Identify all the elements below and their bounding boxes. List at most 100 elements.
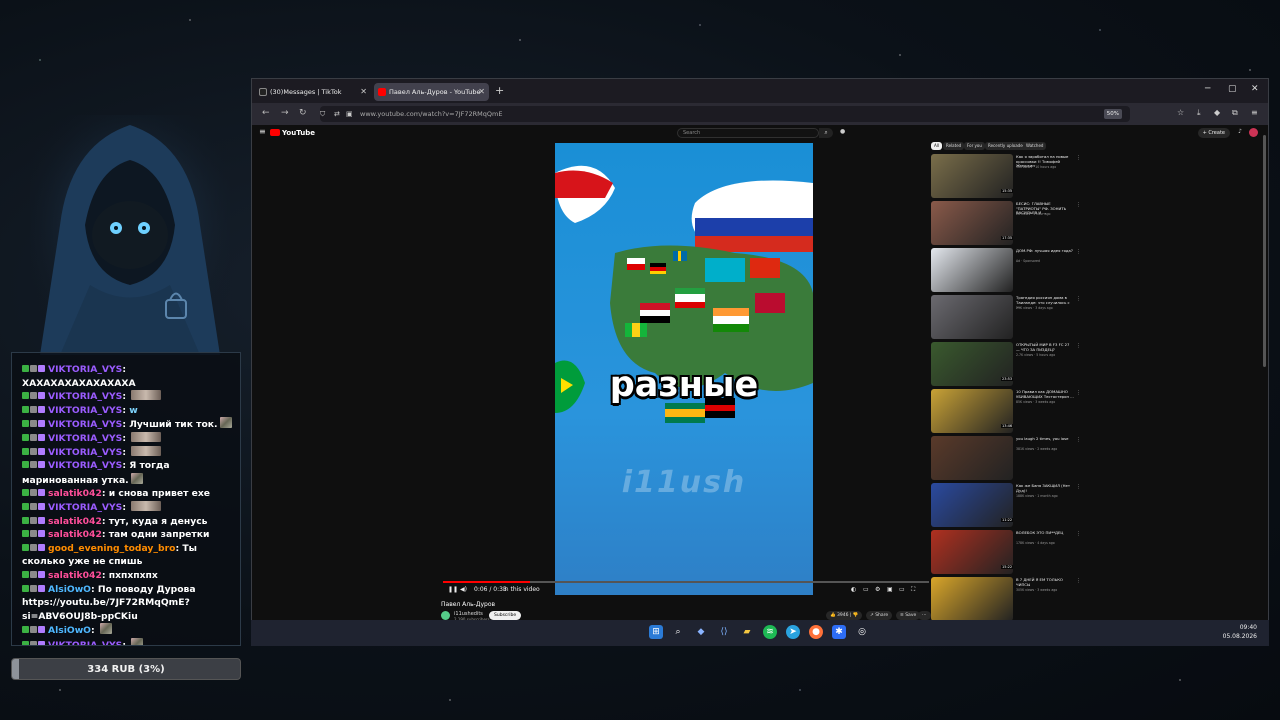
zoom-level[interactable]: 50%	[1103, 109, 1122, 119]
permissions-icon[interactable]: ⇄	[334, 106, 340, 122]
share-button[interactable]: ↗ Share	[866, 611, 893, 620]
chat-username[interactable]: salatik042	[48, 529, 102, 540]
menu-icon[interactable]: ≡	[1251, 108, 1258, 117]
youtube-logo[interactable]: YouTube	[270, 129, 315, 137]
back-button[interactable]: ←	[262, 108, 270, 118]
page-scrollbar[interactable]	[1263, 135, 1266, 367]
recommended-video[interactable]: 11:22 Как же Баня ЗАКЩИЛ (Нет Дуд)! 188K v…	[931, 483, 1081, 527]
channel-avatar[interactable]	[441, 611, 450, 620]
more-options-icon[interactable]: ⋮	[1076, 202, 1081, 208]
subtitles-icon[interactable]: ▭	[863, 586, 869, 593]
like-button[interactable]: 👍 3946 | 👎	[826, 611, 863, 620]
microphone-icon[interactable]: ●	[840, 128, 845, 135]
chat-username[interactable]: AlsiOwO	[48, 584, 91, 595]
chat-username[interactable]: AlsiOwO	[48, 625, 91, 636]
save-button[interactable]: ≡ Save	[896, 611, 921, 620]
chat-username[interactable]: VIKTORIA_VYS	[48, 447, 122, 458]
video-title[interactable]: ОТКРЫТЫЙ МИР В F3 FC 27 — ЧТО ЗА ПИЗДЕЦ?	[1016, 342, 1074, 352]
downloads-icon[interactable]: ⤓	[1197, 108, 1201, 118]
maximize-button[interactable]: ▢	[1228, 84, 1237, 94]
volume-icon[interactable]: ◀)	[460, 586, 467, 593]
video-thumbnail[interactable]	[931, 436, 1013, 480]
recommended-video[interactable]: 23:53 ОТКРЫТЫЙ МИР В F3 FC 27 — ЧТО ЗА ПИ…	[931, 342, 1081, 386]
taskbar-star-app-icon[interactable]: ✱	[832, 625, 846, 639]
more-options-icon[interactable]: ⋮	[1076, 484, 1081, 490]
shield-icon[interactable]: ⛉	[320, 106, 325, 122]
taskbar-code-icon[interactable]: ⟨⟩	[717, 625, 731, 639]
theater-mode-icon[interactable]: ▭	[899, 586, 905, 593]
video-title[interactable]: ДОМ.РФ: лучшая идея года?	[1016, 248, 1074, 254]
chat-username[interactable]: good_evening_today_bro	[48, 543, 175, 554]
close-tab-icon[interactable]: ✕	[478, 83, 485, 101]
video-title[interactable]: В 7 ДНЕЙ Я ЕМ ТОЛЬКО ЧИПСЫ	[1016, 577, 1074, 587]
tab-youtube[interactable]: Павел Аль-Дуров - YouTube ✕	[374, 83, 489, 101]
address-bar[interactable]: ⛉ ⇄ ▣ www.youtube.com/watch?v=7JF72RMqQm…	[320, 106, 1130, 122]
video-title[interactable]: Как же Баня ЗАКЩИЛ (Нет Дуд)!	[1016, 483, 1074, 493]
more-options-icon[interactable]: ⋮	[1076, 296, 1081, 302]
account-avatar[interactable]	[1249, 128, 1258, 137]
more-options-icon[interactable]: ⋮	[1076, 155, 1081, 161]
video-player[interactable]: разные i11ush	[555, 143, 813, 595]
more-actions-button[interactable]: ⋯	[918, 611, 931, 620]
obs-icon[interactable]: ◎	[855, 625, 869, 639]
video-thumbnail[interactable]	[931, 295, 1013, 339]
lock-icon[interactable]: ▣	[346, 106, 353, 122]
recommended-video[interactable]: 13:46 10 Правил как ДОМАШНО УБИВАЮЩИХ Тес…	[931, 389, 1081, 433]
hamburger-menu-icon[interactable]: ≡	[259, 127, 266, 136]
extension-icon[interactable]: ◆	[1214, 108, 1220, 117]
chat-username[interactable]: VIKTORIA_VYS	[48, 460, 122, 471]
chat-username[interactable]: VIKTORIA_VYS	[48, 419, 122, 430]
forward-button[interactable]: →	[281, 108, 289, 118]
video-title[interactable]: ВОЛЕБОК ЭТО ПИ**ДЕЦ	[1016, 530, 1074, 536]
firefox-icon[interactable]: ●	[809, 625, 823, 639]
file-explorer-icon[interactable]: ▰	[740, 625, 754, 639]
search-input[interactable]: Search	[677, 128, 819, 138]
tab-tiktok[interactable]: (30)Messages | TikTok ✕	[255, 83, 371, 101]
close-window-button[interactable]: ✕	[1251, 84, 1259, 94]
pause-icon[interactable]: ❚❚	[448, 586, 458, 593]
create-button[interactable]: + Create	[1197, 128, 1230, 138]
recommended-video[interactable]: you laugh 2 times, you lose 381K views · …	[931, 436, 1081, 480]
more-options-icon[interactable]: ⋮	[1076, 390, 1081, 396]
telegram-icon[interactable]: ➤	[786, 625, 800, 639]
minimize-button[interactable]: ─	[1205, 84, 1210, 94]
search-icon[interactable]: ⌕	[819, 128, 833, 138]
chip-for-you[interactable]: For you	[964, 142, 985, 150]
recommended-video[interactable]: 17:35 БЕСИС: ГЛАВНЫЕ "ПАТРИОТЫ" РФ. ЗОНИТ…	[931, 201, 1081, 245]
fullscreen-icon[interactable]: ⛶	[911, 586, 915, 594]
progress-bar[interactable]	[443, 581, 929, 583]
video-title[interactable]: 10 Правил как ДОМАШНО УБИВАЮЩИХ Тестосте…	[1016, 389, 1074, 399]
taskbar-app-icon[interactable]: ◆	[694, 625, 708, 639]
new-tab-button[interactable]: +	[495, 84, 504, 97]
settings-gear-icon[interactable]: ⚙	[875, 586, 880, 593]
chip-watched[interactable]: Watched	[1023, 142, 1047, 150]
chat-username[interactable]: VIKTORIA_VYS	[48, 391, 122, 402]
more-options-icon[interactable]: ⋮	[1076, 343, 1081, 349]
more-options-icon[interactable]: ⋮	[1076, 531, 1081, 537]
chat-username[interactable]: salatik042	[48, 570, 102, 581]
miniplayer-icon[interactable]: ▣	[887, 586, 893, 593]
extensions-puzzle-icon[interactable]: ⧉	[1232, 108, 1238, 118]
search-icon[interactable]: ⌕	[671, 625, 685, 639]
chat-username[interactable]: salatik042	[48, 516, 102, 527]
more-options-icon[interactable]: ⋮	[1076, 578, 1081, 584]
notifications-bell-icon[interactable]: ♪	[1238, 128, 1242, 135]
chapter-label[interactable]: In this video	[503, 586, 540, 593]
recommended-video[interactable]: 15:35 Как я заработал на новые кроссовки …	[931, 154, 1081, 198]
chat-username[interactable]: VIKTORIA_VYS	[48, 364, 122, 375]
chip-all[interactable]: All	[931, 142, 942, 150]
chat-username[interactable]: VIKTORIA_VYS	[48, 405, 122, 416]
more-options-icon[interactable]: ⋮	[1076, 437, 1081, 443]
reload-button[interactable]: ↻	[299, 108, 307, 118]
close-tab-icon[interactable]: ✕	[360, 83, 367, 101]
recommended-video[interactable]: ДОМ.РФ: лучшая идея года? Ad · Sponsored ⋮	[931, 248, 1081, 292]
chip-recently-uploaded[interactable]: Recently uploaded	[985, 142, 1029, 150]
chat-username[interactable]: salatik042	[48, 488, 102, 499]
recommended-video[interactable]: В 7 ДНЕЙ Я ЕМ ТОЛЬКО ЧИПСЫ 305K views · 3…	[931, 577, 1081, 621]
bookmark-star-icon[interactable]: ☆	[1177, 108, 1184, 117]
video-thumbnail[interactable]	[931, 248, 1013, 292]
chat-username[interactable]: VIKTORIA_VYS	[48, 433, 122, 444]
start-menu-icon[interactable]: ⊞	[649, 625, 663, 639]
chat-username[interactable]: VIKTORIA_VYS	[48, 640, 122, 645]
more-options-icon[interactable]: ⋮	[1076, 249, 1081, 255]
